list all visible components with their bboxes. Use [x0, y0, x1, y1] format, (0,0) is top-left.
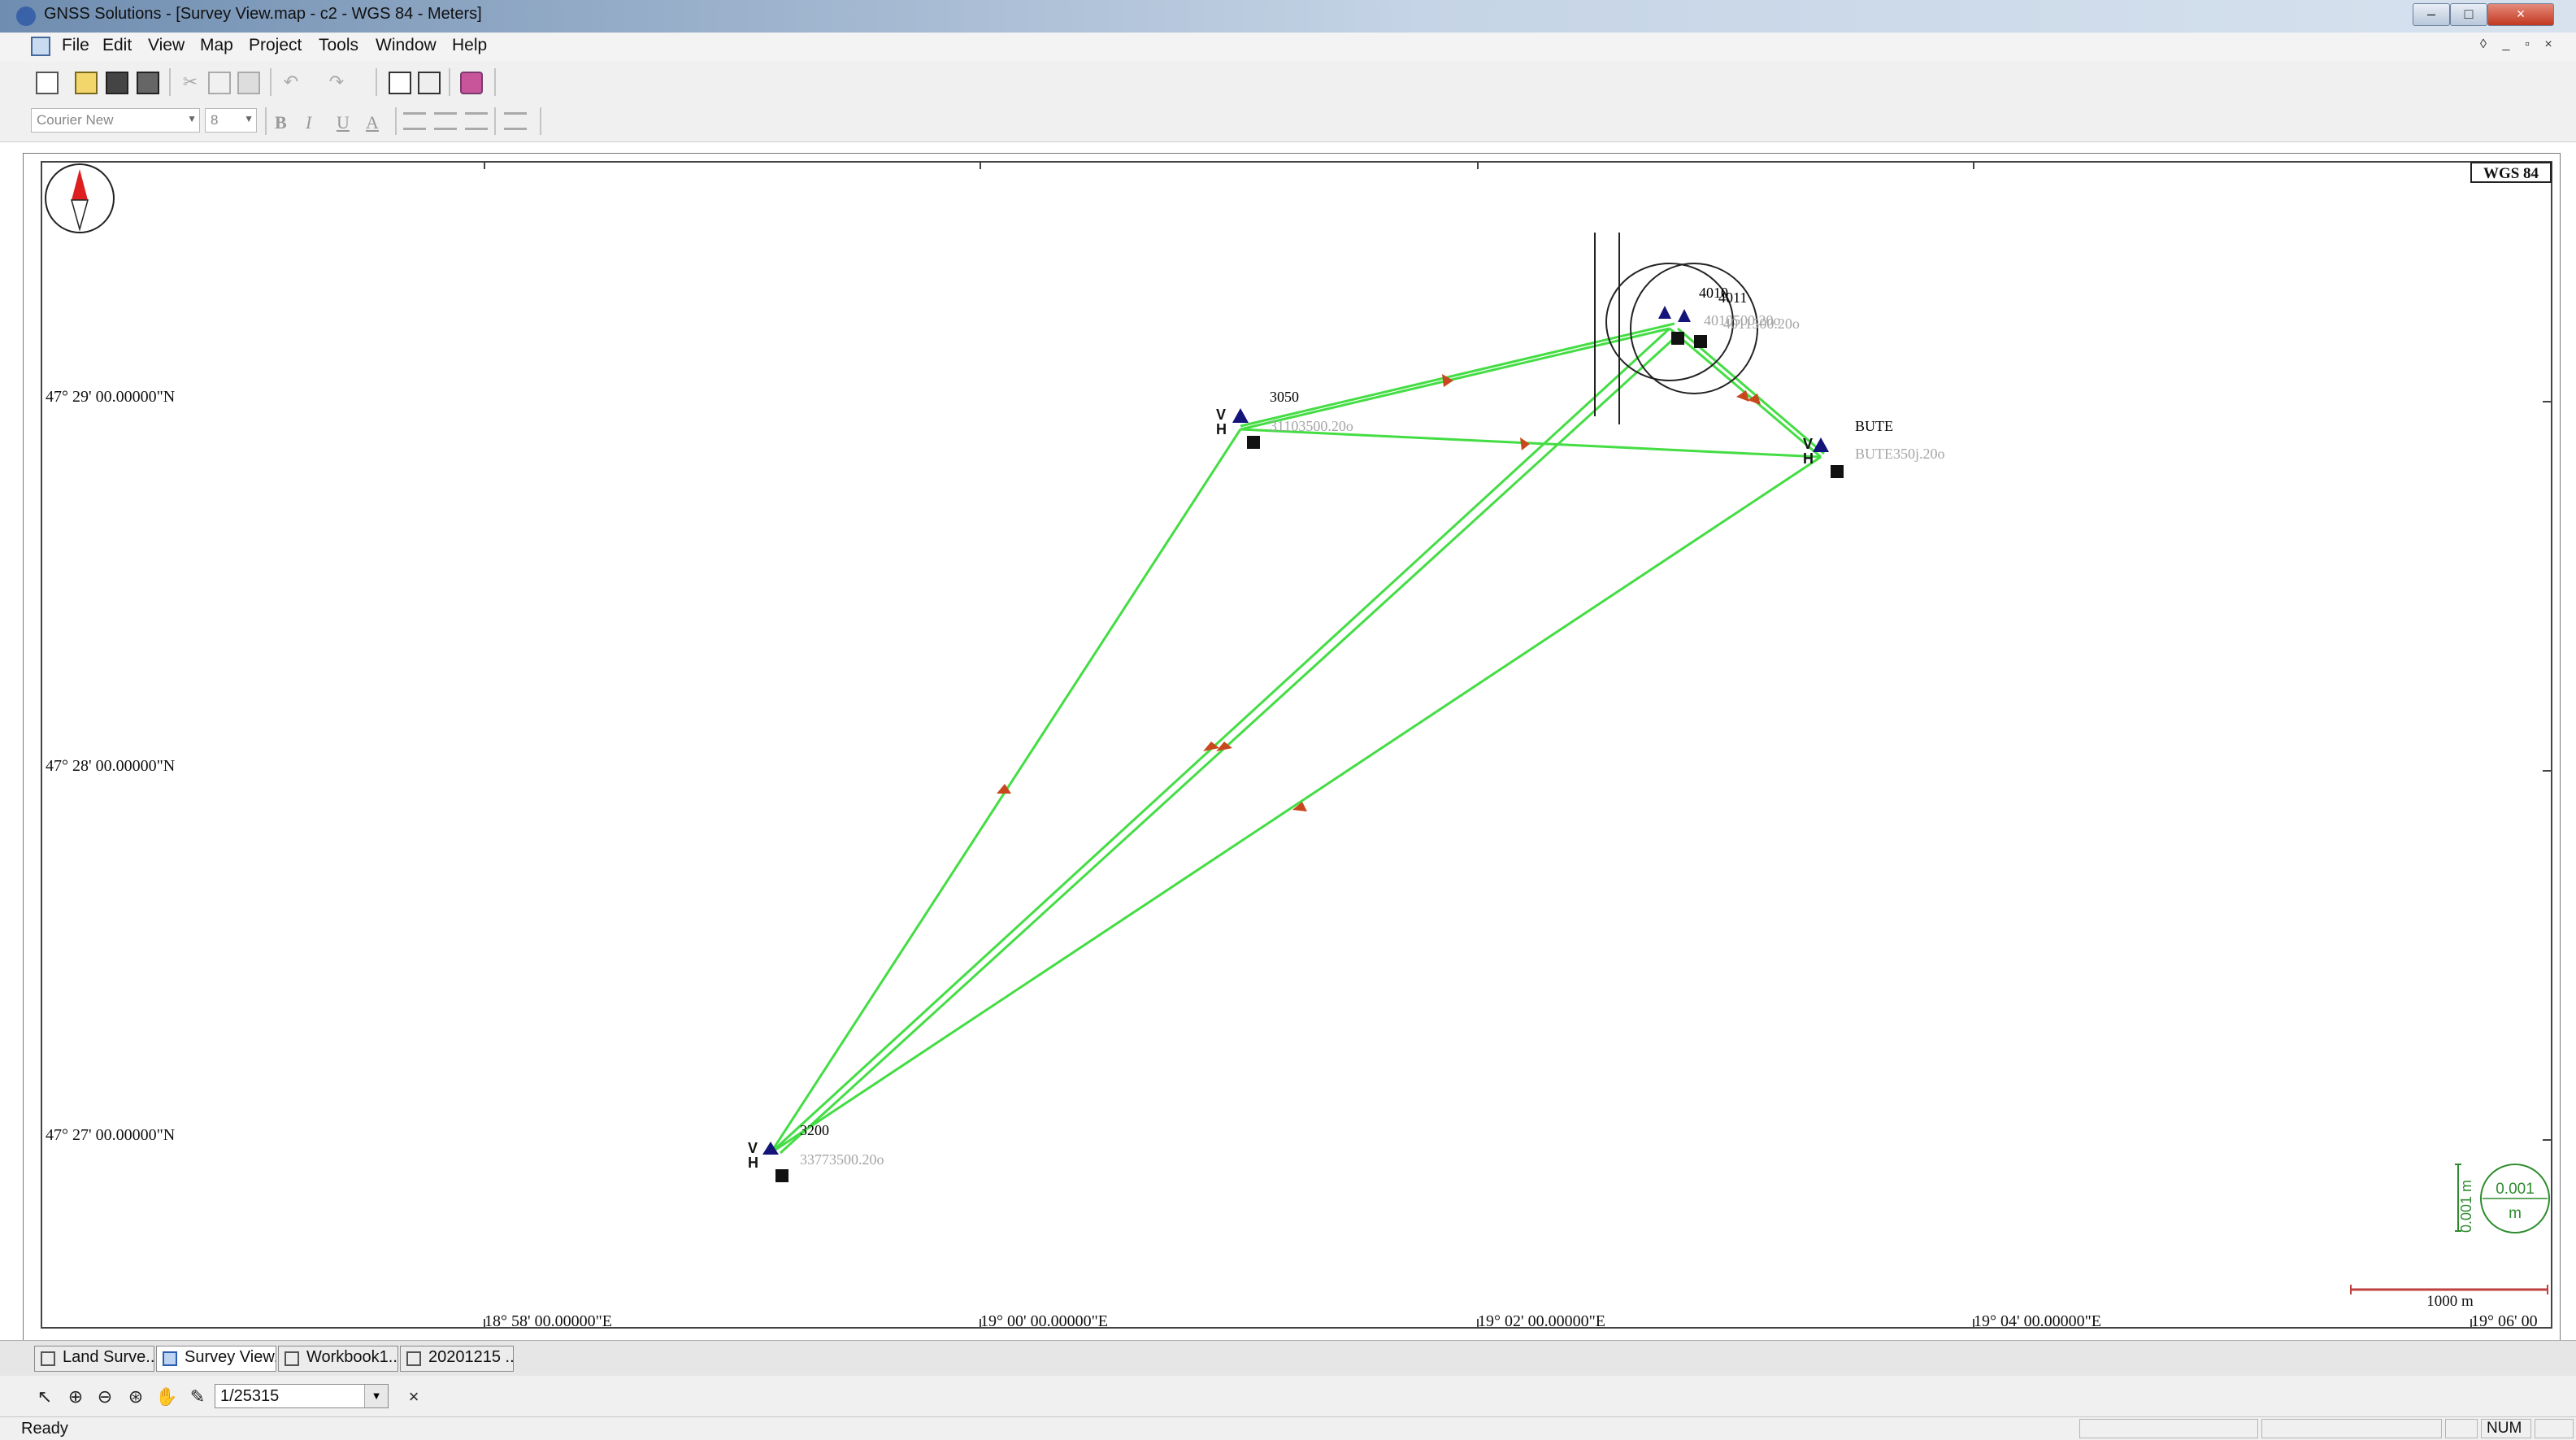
- tab-label: Survey View...: [185, 1348, 276, 1366]
- document-tabs: Land Surve... Survey View... Workbook1..…: [0, 1340, 2576, 1377]
- zoom-in-icon[interactable]: ⊕: [63, 1386, 88, 1410]
- map-toolbar: ↖ ⊕ ⊖ ⊛ ✋ ✎ 1/25315 ▼ ×: [0, 1376, 2576, 1416]
- status-pane: [2079, 1419, 2258, 1438]
- point-id-label: 3200: [800, 1122, 829, 1138]
- vh-marker-h: H: [748, 1155, 758, 1171]
- tab-20201215[interactable]: 20201215 ...: [400, 1346, 514, 1372]
- lat-label: 47° 27' 00.00000"N: [46, 1126, 175, 1144]
- lon-label: 19° 06' 00: [2471, 1312, 2538, 1330]
- vector-3200-4011[interactable]: [779, 333, 1679, 1155]
- select-pointer-icon[interactable]: ↖: [33, 1386, 57, 1410]
- map-scale-input[interactable]: 1/25315: [215, 1384, 389, 1408]
- receiver-icon: [1247, 436, 1260, 449]
- document-icon: [406, 1351, 421, 1366]
- zoom-extents-icon[interactable]: ⊛: [124, 1386, 148, 1410]
- vh-marker-v: V: [1216, 407, 1226, 423]
- tab-workbook[interactable]: Workbook1...: [278, 1346, 398, 1372]
- lat-label: 47° 28' 00.00000"N: [46, 757, 175, 775]
- vh-marker-v: V: [748, 1140, 758, 1156]
- tab-label: Land Surve...: [63, 1348, 154, 1366]
- measure-icon[interactable]: ✎: [185, 1386, 210, 1410]
- tab-survey-view[interactable]: Survey View...: [156, 1346, 276, 1372]
- ellipse-scale-value: 0.001: [2496, 1181, 2535, 1198]
- receiver-icon: [1671, 332, 1684, 345]
- lon-label: 19° 04' 00.00000"E: [1974, 1312, 2101, 1330]
- clear-scale-button[interactable]: ×: [402, 1386, 426, 1410]
- lon-label: 18° 58' 00.00000"E: [484, 1312, 612, 1330]
- status-text: Ready: [21, 1420, 68, 1438]
- vector-3200-4010[interactable]: [769, 327, 1671, 1155]
- workbook-icon: [285, 1351, 299, 1366]
- lon-ticks: [484, 161, 2551, 1329]
- ellipse-scale-unit: m: [2509, 1205, 2522, 1222]
- vector-lines[interactable]: [769, 322, 1825, 1155]
- station-marker-4010[interactable]: [1658, 306, 1671, 319]
- observation-file-label: 31103500.20o: [1270, 418, 1353, 434]
- survey-map[interactable]: WGS 84 47° 29' 00.00000"N 47° 28' 00.000…: [0, 0, 2576, 1439]
- zoom-out-icon[interactable]: ⊖: [93, 1386, 117, 1410]
- status-pane: [2535, 1419, 2574, 1438]
- receiver-icon: [1831, 465, 1844, 478]
- num-lock-indicator: NUM: [2481, 1419, 2531, 1438]
- lon-label: 19° 02' 00.00000"E: [1478, 1312, 1605, 1330]
- station-marker-3050[interactable]: [1232, 408, 1249, 423]
- vector-3200-bute[interactable]: [770, 455, 1822, 1155]
- point-id-label: 4011: [1718, 289, 1747, 306]
- vector-3050-4010[interactable]: [1240, 327, 1670, 431]
- datum-badge: WGS 84: [2483, 165, 2539, 182]
- vh-marker-h: H: [1216, 421, 1227, 437]
- ellipse-scale-vertical-label: 0.001 m: [2458, 1180, 2474, 1233]
- vector-direction-arrows: [997, 374, 1761, 811]
- scale-bar-label: 1000 m: [2426, 1293, 2474, 1310]
- chevron-down-icon[interactable]: ▼: [364, 1385, 388, 1407]
- station-marker-4011[interactable]: [1678, 309, 1691, 322]
- vh-marker-h: H: [1803, 450, 1814, 467]
- project-icon: [41, 1351, 55, 1366]
- error-ellipse-scale: 0.001 m 0.001 m: [2455, 1164, 2550, 1233]
- receiver-icon: [1694, 335, 1707, 348]
- tab-label: 20201215 ...: [428, 1348, 514, 1366]
- observation-file-label: 4011500.20o: [1723, 315, 1800, 332]
- vh-marker-v: V: [1803, 436, 1813, 452]
- receiver-icon: [775, 1169, 788, 1182]
- tab-land-survey[interactable]: Land Surve...: [34, 1346, 154, 1372]
- scale-bar: 1000 m: [2350, 1285, 2548, 1310]
- status-pane: [2445, 1419, 2478, 1438]
- observation-file-label: BUTE350j.20o: [1855, 446, 1945, 462]
- pan-hand-icon[interactable]: ✋: [154, 1386, 179, 1410]
- lon-label: 19° 00' 00.00000"E: [980, 1312, 1108, 1330]
- observation-file-label: 33773500.20o: [800, 1151, 884, 1168]
- map-view-icon: [163, 1351, 177, 1366]
- lat-label: 47° 29' 00.00000"N: [46, 388, 175, 406]
- point-id-label: BUTE: [1855, 418, 1893, 434]
- status-pane: [2261, 1419, 2442, 1438]
- status-bar: Ready NUM: [0, 1416, 2576, 1440]
- tab-label: Workbook1...: [306, 1348, 398, 1366]
- direction-arrow: [1520, 437, 1530, 450]
- point-id-label: 3050: [1270, 389, 1299, 405]
